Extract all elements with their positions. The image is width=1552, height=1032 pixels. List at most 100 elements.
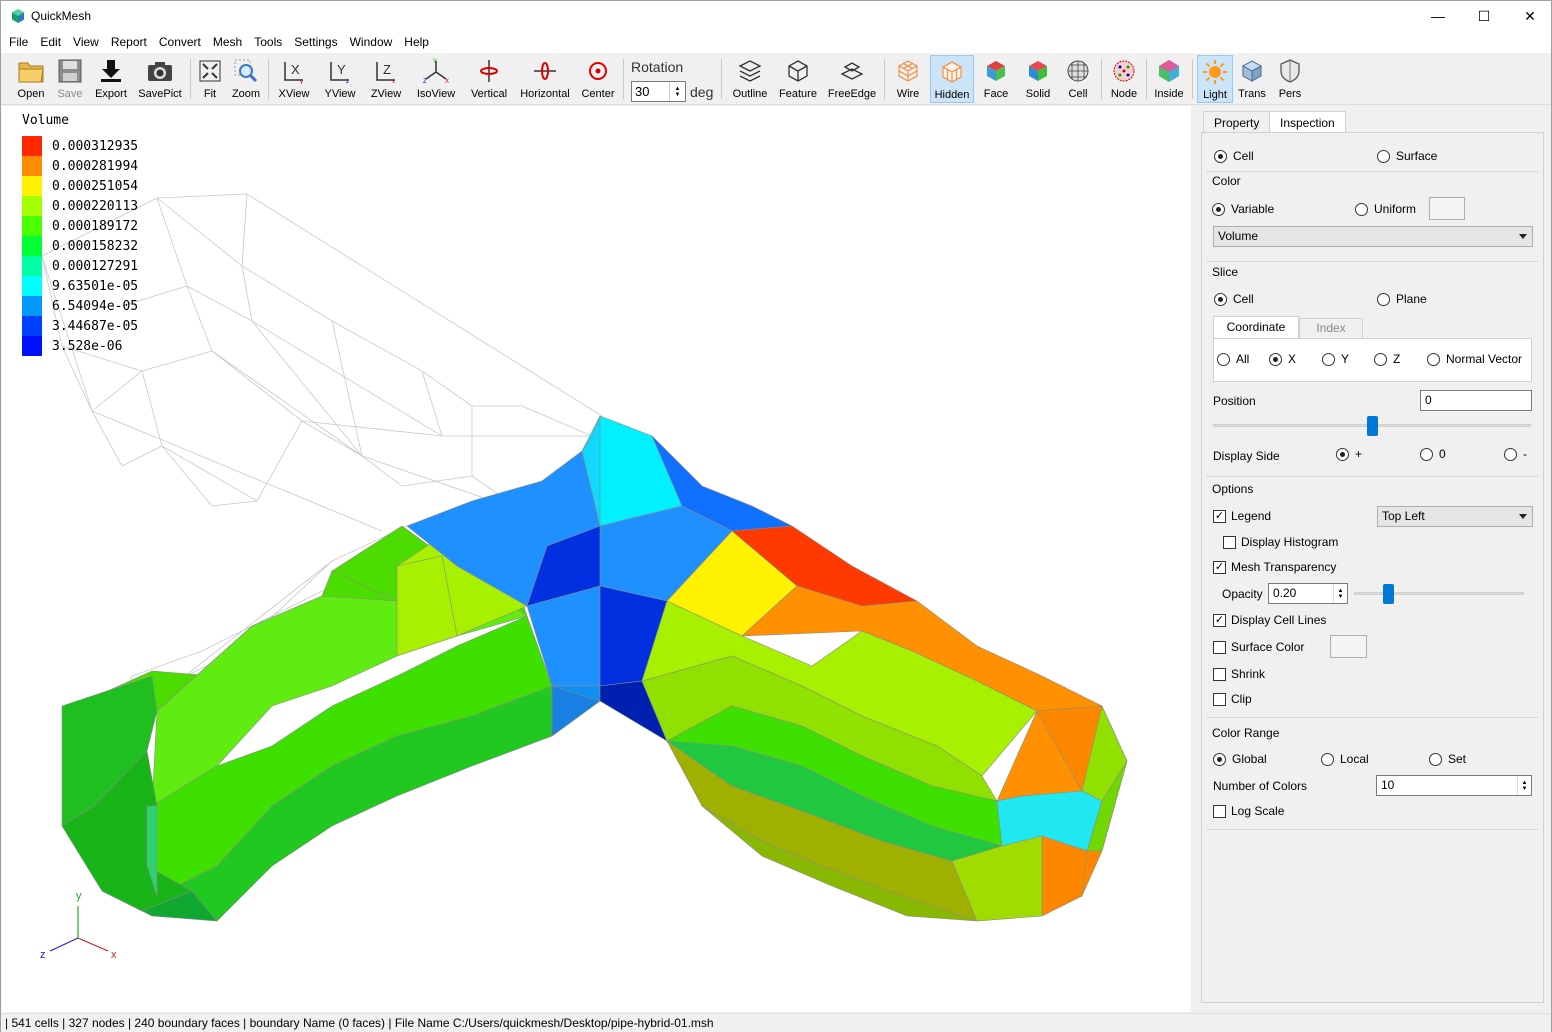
z-axis-icon: Zx xyxy=(376,62,395,84)
open-button[interactable]: Open xyxy=(11,55,51,103)
display-side-label: Display Side xyxy=(1213,449,1280,463)
freeedge-button[interactable]: FreeEdge xyxy=(825,55,879,103)
mesh-transparency-checkbox[interactable]: ✓ Mesh Transparency xyxy=(1213,560,1336,574)
app-window: QuickMesh — ☐ ✕ File Edit View Report Co… xyxy=(0,0,1552,1032)
menu-help[interactable]: Help xyxy=(398,31,435,53)
opacity-spinner[interactable]: ▲ ▼ xyxy=(1333,584,1347,603)
axis-all-radio[interactable]: All xyxy=(1217,352,1249,366)
axis-x-radio[interactable]: X xyxy=(1269,352,1296,366)
svg-text:x: x xyxy=(392,79,395,84)
slice-plane-radio[interactable]: Plane xyxy=(1377,292,1427,306)
axis-y-radio[interactable]: Y xyxy=(1322,352,1349,366)
position-slider-thumb[interactable] xyxy=(1367,416,1378,436)
position-input[interactable]: 0 xyxy=(1420,390,1532,411)
minimize-button[interactable]: — xyxy=(1415,1,1461,31)
opacity-label: Opacity xyxy=(1222,587,1263,601)
opacity-slider-track[interactable] xyxy=(1354,592,1524,595)
menu-file[interactable]: File xyxy=(3,31,34,53)
side-minus-radio[interactable]: - xyxy=(1504,447,1527,461)
save-button[interactable]: Save xyxy=(51,55,89,103)
xview-button[interactable]: Xy XView xyxy=(275,55,313,103)
variable-select[interactable]: Volume xyxy=(1213,226,1533,247)
tab-property[interactable]: Property xyxy=(1203,111,1271,133)
legend-checkbox[interactable]: ✓ Legend xyxy=(1213,509,1271,523)
tab-coordinate[interactable]: Coordinate xyxy=(1213,316,1299,339)
target-cell-radio[interactable]: Cell xyxy=(1214,149,1254,163)
menu-report[interactable]: Report xyxy=(105,31,153,53)
export-button[interactable]: Export xyxy=(91,55,131,103)
menu-window[interactable]: Window xyxy=(344,31,399,53)
axis-y-label: Y xyxy=(1341,352,1350,366)
legend-value: 0.000220113 xyxy=(52,198,139,214)
color-variable-radio[interactable]: Variable xyxy=(1212,202,1274,216)
menu-tools[interactable]: Tools xyxy=(248,31,288,53)
menu-view[interactable]: View xyxy=(67,31,105,53)
cell-button[interactable]: Cell xyxy=(1060,55,1096,103)
surface-color-button[interactable] xyxy=(1330,635,1367,658)
rotation-spinner[interactable]: ▲ ▼ xyxy=(669,82,685,101)
color-uniform-radio[interactable]: Uniform xyxy=(1355,202,1416,216)
trans-button[interactable]: Trans xyxy=(1235,55,1269,103)
outline-button[interactable]: Outline xyxy=(729,55,771,103)
tab-index[interactable]: Index xyxy=(1299,318,1363,339)
inside-hex-icon xyxy=(1159,60,1179,82)
close-button[interactable]: ✕ xyxy=(1507,1,1552,31)
number-of-colors-spinner[interactable]: ▲ ▼ xyxy=(1517,776,1531,795)
side-plus-label: + xyxy=(1355,447,1363,461)
solid-button[interactable]: Solid xyxy=(1020,55,1056,103)
range-local-radio[interactable]: Local xyxy=(1321,752,1369,766)
legend-position-select[interactable]: Top Left xyxy=(1377,506,1533,527)
face-button[interactable]: Face xyxy=(978,55,1014,103)
surface-color-checkbox[interactable]: Surface Color xyxy=(1213,640,1304,654)
opacity-slider-thumb[interactable] xyxy=(1383,584,1394,604)
horizontal-button[interactable]: Horizontal xyxy=(517,55,573,103)
color-range-section-title: Color Range xyxy=(1212,726,1280,740)
menu-edit[interactable]: Edit xyxy=(34,31,67,53)
menu-bar: File Edit View Report Convert Mesh Tools… xyxy=(1,31,1551,53)
log-scale-checkbox[interactable]: Log Scale xyxy=(1213,804,1284,818)
pers-button[interactable]: Pers xyxy=(1273,55,1307,103)
menu-settings[interactable]: Settings xyxy=(288,31,343,53)
vertical-button[interactable]: Vertical xyxy=(466,55,512,103)
target-surface-radio[interactable]: Surface xyxy=(1377,149,1437,163)
zoom-button[interactable]: Zoom xyxy=(229,55,263,103)
menu-mesh[interactable]: Mesh xyxy=(207,31,248,53)
range-set-radio[interactable]: Set xyxy=(1429,752,1466,766)
legend-value: 0.000127291 xyxy=(52,258,139,274)
clip-checkbox[interactable]: Clip xyxy=(1213,692,1252,706)
isoview-button[interactable]: Y Z X IsoView xyxy=(413,55,459,103)
savepict-button[interactable]: SavePict xyxy=(136,55,184,103)
menu-convert[interactable]: Convert xyxy=(153,31,207,53)
center-button[interactable]: Center xyxy=(579,55,617,103)
yview-button[interactable]: Yz YView xyxy=(321,55,359,103)
axis-normal-vector-radio[interactable]: Normal Vector xyxy=(1427,352,1522,366)
display-histogram-checkbox[interactable]: Display Histogram xyxy=(1223,535,1338,549)
side-zero-radio[interactable]: 0 xyxy=(1420,447,1446,461)
shrink-checkbox[interactable]: Shrink xyxy=(1213,667,1265,681)
tab-inspection[interactable]: Inspection xyxy=(1269,111,1346,133)
legend-swatch xyxy=(22,196,42,216)
maximize-button[interactable]: ☐ xyxy=(1461,1,1507,31)
divider xyxy=(1206,261,1539,262)
number-of-colors-input[interactable]: 10 xyxy=(1376,775,1532,796)
fit-button[interactable]: Fit xyxy=(195,55,225,103)
mesh-viewport[interactable]: y x z Volume 0.000312935 0.000281994 0.000… xyxy=(2,106,1191,1012)
quickmesh-logo-icon xyxy=(12,9,24,23)
axis-x-label: X xyxy=(1288,352,1297,366)
slice-cell-radio[interactable]: Cell xyxy=(1214,292,1254,306)
inside-button[interactable]: Inside xyxy=(1151,55,1187,103)
light-button[interactable]: Light xyxy=(1197,55,1233,103)
display-cell-lines-checkbox[interactable]: ✓ Display Cell Lines xyxy=(1213,613,1326,627)
legend-value: 0.000251054 xyxy=(52,178,139,194)
hidden-button[interactable]: Hidden xyxy=(930,55,974,103)
range-local-label: Local xyxy=(1340,752,1369,766)
range-global-radio[interactable]: Global xyxy=(1213,752,1267,766)
wire-button[interactable]: Wire xyxy=(890,55,926,103)
zview-button[interactable]: Zx ZView xyxy=(367,55,405,103)
axis-z-radio[interactable]: Z xyxy=(1374,352,1400,366)
legend-swatch xyxy=(22,296,42,316)
feature-button[interactable]: Feature xyxy=(775,55,821,103)
side-plus-radio[interactable]: + xyxy=(1336,447,1362,461)
node-button[interactable]: Node xyxy=(1106,55,1142,103)
uniform-color-button[interactable] xyxy=(1429,197,1465,220)
